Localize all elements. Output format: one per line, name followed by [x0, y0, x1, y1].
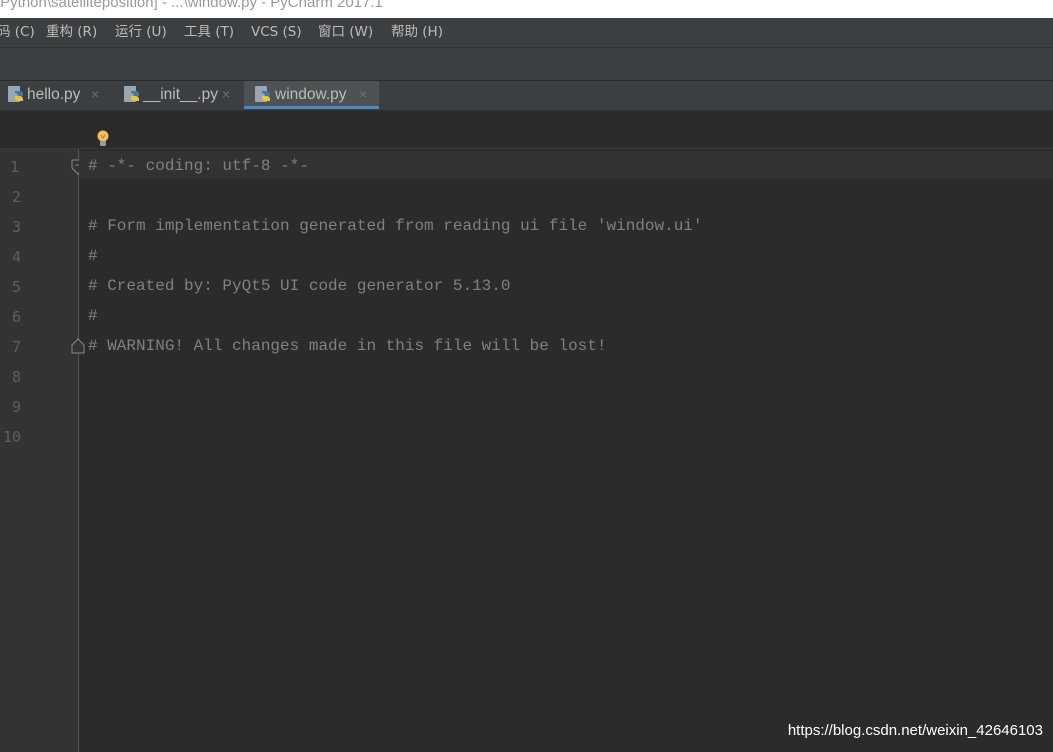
code-line: # [88, 307, 98, 325]
close-icon[interactable]: × [359, 86, 367, 102]
line-number: 4 [12, 248, 22, 266]
line-number: 8 [12, 368, 22, 386]
lightbulb-icon[interactable] [96, 130, 110, 152]
python-file-icon [6, 85, 26, 105]
close-icon[interactable]: × [222, 86, 230, 102]
line-number: 2 [12, 188, 22, 206]
tab-label: __init__.py [143, 86, 218, 103]
tab-hello-py[interactable]: hello.py × [0, 81, 110, 109]
menu-vcs[interactable]: VCS (S) [251, 22, 302, 42]
menu-run[interactable]: 运行 (U) [115, 22, 167, 42]
toolbar [0, 48, 1053, 81]
watermark: https://blog.csdn.net/weixin_42646103 [787, 722, 1043, 739]
editor-gutter: 1 2 3 4 5 6 7 8 9 10 [0, 149, 85, 752]
window-title: [Python\satelliteposition] - ...\window.… [0, 0, 383, 11]
menu-help[interactable]: 帮助 (H) [391, 22, 443, 42]
code-line: # WARNING! All changes made in this file… [88, 337, 607, 355]
line-number: 10 [3, 428, 22, 446]
menu-bar: 码 (C) 重构 (R) 运行 (U) 工具 (T) VCS (S) 窗口 (W… [0, 18, 1053, 48]
line-number: 3 [12, 218, 22, 236]
tab-init-py[interactable]: __init__.py × [120, 81, 240, 109]
menu-code[interactable]: 码 (C) [0, 22, 35, 42]
editor-header-area [0, 111, 1053, 149]
code-line: # -*- coding: utf-8 -*- [88, 157, 309, 175]
window-titlebar: [Python\satelliteposition] - ...\window.… [0, 0, 1053, 18]
line-number: 6 [12, 308, 22, 326]
fold-end-icon[interactable] [71, 338, 85, 358]
code-line: # Form implementation generated from rea… [88, 217, 703, 235]
tab-label: hello.py [27, 86, 81, 103]
tab-window-py[interactable]: window.py × [244, 81, 379, 109]
editor-tab-bar: hello.py × __init__.py × window.py × [0, 81, 1053, 111]
tab-label: window.py [275, 86, 347, 103]
menu-window[interactable]: 窗口 (W) [318, 22, 373, 42]
line-number: 7 [12, 338, 22, 356]
menu-tools[interactable]: 工具 (T) [184, 22, 234, 42]
menu-refactor[interactable]: 重构 (R) [46, 22, 97, 42]
close-icon[interactable]: × [91, 86, 99, 102]
line-number: 1 [10, 158, 20, 176]
code-line: # [88, 247, 98, 265]
line-number: 9 [12, 398, 22, 416]
python-file-icon [253, 85, 273, 105]
code-line: # Created by: PyQt5 UI code generator 5.… [88, 277, 511, 295]
line-number: 5 [12, 278, 22, 296]
python-file-icon [122, 85, 142, 105]
